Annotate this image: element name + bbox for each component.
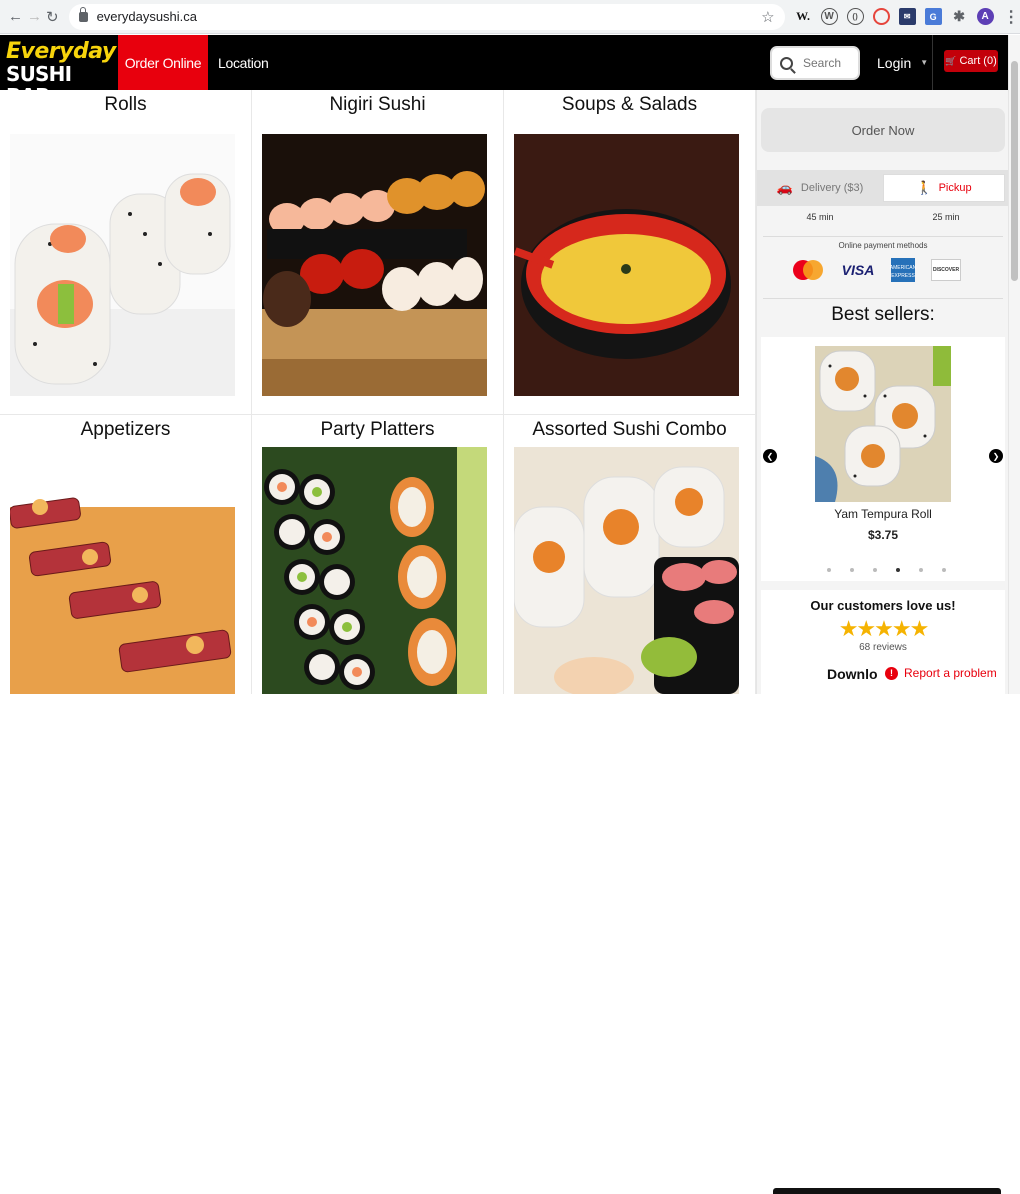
carousel-next-icon[interactable]: ❯ [989,449,1003,463]
divider [763,236,1003,237]
assorted-combo-image[interactable] [514,447,739,694]
carousel-dot[interactable] [942,568,946,572]
category-title: Appetizers [80,419,171,440]
category-title: Assorted Sushi Combo [532,419,727,440]
divider [763,298,1003,299]
pickup-label: Pickup [938,182,972,194]
search-input[interactable] [803,56,853,70]
appetizers-image[interactable] [10,447,235,694]
chevron-down-icon: ▼ [920,58,929,67]
extension-ring-icon[interactable] [872,8,890,25]
download-heading: Downlo [827,666,878,682]
order-sidebar: Order Now 🚗 Delivery ($3) 🚶 Pickup 45 mi… [756,90,1009,1194]
order-now-button[interactable]: Order Now [761,108,1005,152]
order-mode-tabs: 🚗 Delivery ($3) 🚶 Pickup [757,170,1009,206]
alert-icon: ! [885,666,898,680]
rating-stars: ★★★★★ [838,616,930,641]
report-problem-link[interactable]: ! Report a problem [881,666,997,680]
pickup-eta: 25 min [932,212,960,222]
header-divider [932,35,933,90]
mail-extension-icon[interactable]: ✉ [898,8,916,25]
category-card-rolls[interactable]: Rolls [0,90,252,415]
category-title: Soups & Salads [561,94,698,115]
login-menu[interactable]: Login ▼ [877,35,928,90]
car-icon: 🚗 [776,180,793,195]
forward-icon[interactable]: → [27,6,42,28]
site-logo[interactable]: Everyday SUSHI BAR [6,39,116,108]
cart-icon: 🛒 [945,55,957,66]
category-title: Party Platters [320,419,435,440]
category-card-nigiri-sushi[interactable]: Nigiri Sushi [252,90,504,415]
site-header: Everyday SUSHI BAR Order Online Location… [0,35,1008,108]
payment-cards: VISA AMERICAN EXPRESS DISCOVER [791,258,961,282]
reviews-count[interactable]: 68 reviews [761,642,1005,653]
delivery-tab[interactable]: 🚗 Delivery ($3) [757,170,883,206]
mastercard-icon [791,258,825,282]
carousel-dot[interactable] [919,568,923,572]
payment-methods-title: Online payment methods [838,241,928,250]
best-sellers-carousel: ❮ Yam Tempura Roll $3.75 ❯ [761,337,1005,581]
discover-icon: DISCOVER [931,259,961,281]
back-icon[interactable]: ← [8,6,23,28]
carousel-dot[interactable] [873,568,877,572]
app-store-badges[interactable] [773,1188,1001,1194]
carousel-prev-icon[interactable]: ❮ [763,449,777,463]
translate-icon[interactable]: G [924,8,942,25]
login-label: Login [877,54,912,71]
rolls-image[interactable] [10,134,235,396]
search-icon [780,56,793,70]
extension-w-icon[interactable]: W. [795,8,812,25]
reviews-title: Our customers love us! [810,598,956,613]
category-card-assorted-sushi-combo[interactable]: Assorted Sushi Combo [504,415,756,694]
wordpress-icon[interactable]: W [820,8,838,25]
address-bar[interactable]: everydaysushi.ca ☆ [68,3,785,30]
soup-image[interactable] [514,134,739,396]
best-sellers-title: Best sellers: [831,304,935,325]
browser-toolbar: ← → ↻ everydaysushi.ca ☆ W. W () ✉ G ✱ A… [0,0,1020,34]
cart-label: Cart (0) [959,55,997,67]
carousel-dot-active[interactable] [896,568,900,572]
extensions-bar: W. W () ✉ G ✱ A ⋮ [795,8,1020,26]
carousel-dot[interactable] [850,568,854,572]
search-box[interactable] [770,46,860,80]
carousel-dot[interactable] [827,568,831,572]
reviews-box: Our customers love us! ★★★★★ 68 reviews … [761,590,1005,1194]
category-title: Rolls [104,94,147,115]
category-card-appetizers[interactable]: Appetizers [0,415,252,694]
menu-dots-icon[interactable]: ⋮ [1003,8,1020,26]
report-label: Report a problem [904,666,997,680]
reload-icon[interactable]: ↻ [46,6,59,28]
category-card-soups-salads[interactable]: Soups & Salads [504,90,756,415]
amex-icon: AMERICAN EXPRESS [890,258,916,282]
puzzle-icon[interactable]: ✱ [951,8,968,25]
carousel-item-price: $3.75 [867,528,899,542]
bookmark-star-icon[interactable]: ☆ [761,8,774,26]
carousel-item-name[interactable]: Yam Tempura Roll [761,507,1005,521]
url-text[interactable]: everydaysushi.ca [97,9,762,24]
lock-icon [78,6,88,22]
visa-icon: VISA [841,262,875,278]
nav-order-online[interactable]: Order Online [118,35,208,90]
pickup-tab[interactable]: 🚶 Pickup [883,174,1005,202]
category-card-party-platters[interactable]: Party Platters [252,415,504,694]
page-scrollbar[interactable] [1008,35,1020,694]
profile-avatar[interactable]: A [976,8,994,25]
scrollbar-thumb[interactable] [1011,61,1018,281]
cart-button[interactable]: 🛒 Cart (0) [944,50,998,72]
logo-line1: Everyday [6,39,116,64]
delivery-eta: 45 min [806,212,834,222]
person-icon: 🚶 [916,180,933,195]
party-platters-image[interactable] [262,447,487,694]
extension-circle-icon[interactable]: () [846,8,864,25]
carousel-dots [827,568,946,572]
nav-location[interactable]: Location [218,35,269,90]
delivery-label: Delivery ($3) [800,182,864,194]
nigiri-image[interactable] [262,134,487,396]
category-title: Nigiri Sushi [329,94,426,115]
yam-tempura-roll-image[interactable] [815,346,951,502]
